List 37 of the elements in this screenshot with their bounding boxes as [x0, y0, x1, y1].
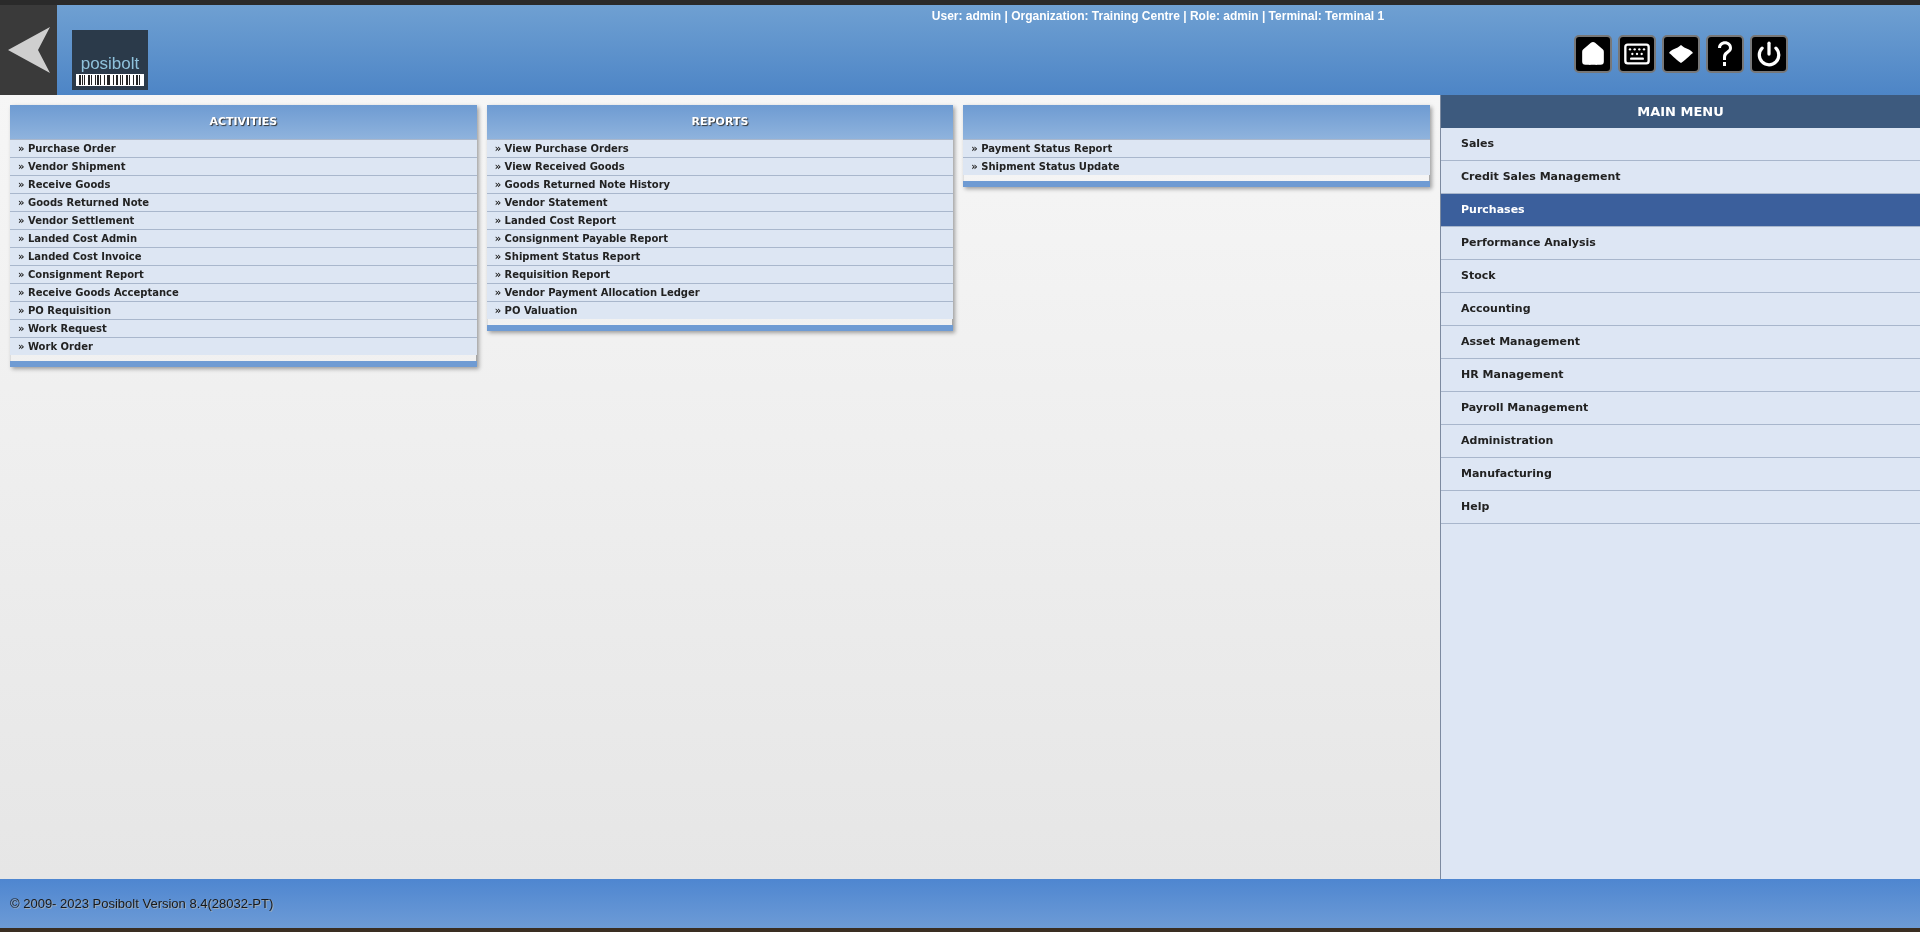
panel-link[interactable]: » Consignment Payable Report [486, 229, 954, 247]
panel-link[interactable]: » Shipment Status Update [963, 157, 1430, 175]
copyright-text: © 2009- 2023 Posibolt Version 8.4(28032-PT) [10, 894, 274, 913]
panel-link[interactable]: » Goods Returned Note History [486, 175, 954, 193]
main-menu-item[interactable]: Purchases [1441, 194, 1920, 227]
main-menu-title: MAIN MENU [1441, 95, 1920, 128]
panel-link[interactable]: » Payment Status Report [963, 139, 1430, 157]
panel-link[interactable]: » Work Order [10, 337, 477, 355]
panel-link[interactable]: » View Received Goods [486, 157, 954, 175]
panel-title: REPORTS [691, 113, 749, 130]
panel-link[interactable]: » Work Request [10, 319, 477, 337]
panel-link[interactable]: » Shipment Status Report [486, 247, 954, 265]
keyboard-icon[interactable] [1618, 35, 1656, 73]
back-button[interactable] [0, 5, 57, 95]
panel-link[interactable]: » Landed Cost Invoice [10, 247, 477, 265]
panel-title: ACTIVITIES [209, 113, 278, 130]
panel-link[interactable]: » Vendor Shipment [10, 157, 477, 175]
panel-link[interactable]: » PO Requisition [10, 301, 477, 319]
emblem-icon[interactable] [1662, 35, 1700, 73]
panel-link[interactable]: » Receive Goods [10, 175, 477, 193]
panel-link[interactable]: » Consignment Report [10, 265, 477, 283]
panel-link[interactable]: » PO Valuation [486, 301, 954, 319]
user-info: User: admin | Organization: Training Centre | Role: admin | Terminal: Terminal 1 [931, 8, 1385, 25]
posibolt-logo: posibolt [72, 30, 148, 90]
power-icon[interactable] [1750, 35, 1788, 73]
panel-link[interactable]: » Vendor Settlement [10, 211, 477, 229]
panel-link[interactable]: » Receive Goods Acceptance [10, 283, 477, 301]
panel-link[interactable]: » Landed Cost Admin [10, 229, 477, 247]
help-icon[interactable] [1706, 35, 1744, 73]
panel-link[interactable]: » Goods Returned Note [10, 193, 477, 211]
panel-link[interactable]: » Vendor Statement [486, 193, 954, 211]
panel-link[interactable]: » Vendor Payment Allocation Ledger [486, 283, 954, 301]
panel-link[interactable]: » Landed Cost Report [486, 211, 954, 229]
home-icon[interactable] [1574, 35, 1612, 73]
panel-link[interactable]: » Purchase Order [10, 139, 477, 157]
panel-link[interactable]: » View Purchase Orders [486, 139, 954, 157]
panel-link[interactable]: » Requisition Report [486, 265, 954, 283]
